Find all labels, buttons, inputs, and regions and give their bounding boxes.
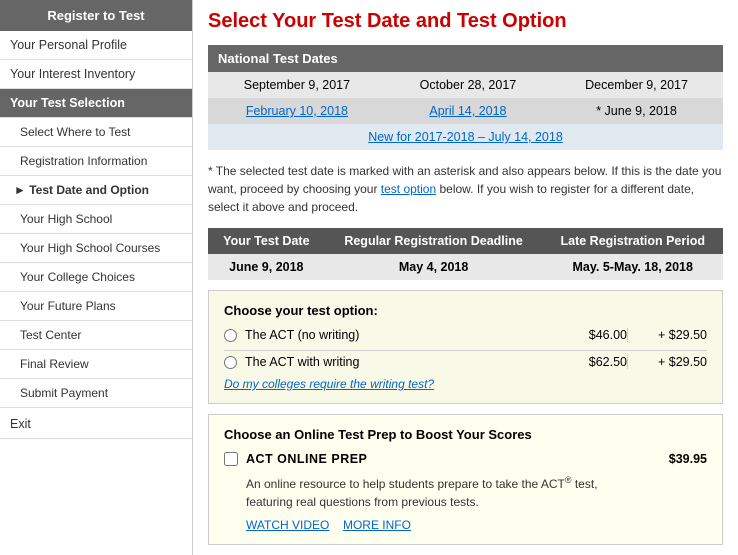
watch-video-link[interactable]: WATCH VIDEO bbox=[246, 518, 329, 532]
col-regular-deadline: Regular Registration Deadline bbox=[325, 228, 543, 254]
date-apr-2018[interactable]: April 14, 2018 bbox=[386, 98, 550, 124]
selected-date-table: Your Test Date Regular Registration Dead… bbox=[208, 228, 723, 280]
new-date-row[interactable]: New for 2017-2018 – July 14, 2018 bbox=[208, 124, 723, 150]
sidebar-item-interest-inventory[interactable]: Your Interest Inventory bbox=[0, 60, 192, 89]
regular-deadline-value: May 4, 2018 bbox=[325, 254, 543, 280]
col-late-period: Late Registration Period bbox=[543, 228, 724, 254]
sidebar-item-exit[interactable]: Exit bbox=[0, 410, 192, 439]
page-title: Select Your Test Date and Test Option bbox=[208, 10, 723, 33]
national-test-dates-table: National Test Dates September 9, 2017 Oc… bbox=[208, 45, 723, 150]
option-with-writing-radio[interactable] bbox=[224, 356, 237, 369]
sidebar: Register to Test Your Personal Profile Y… bbox=[0, 0, 193, 555]
prep-description: An online resource to help students prep… bbox=[246, 474, 707, 511]
date-feb-2018-link[interactable]: February 10, 2018 bbox=[246, 104, 348, 118]
prep-item-row: ACT ONLINE PREP $39.95 bbox=[224, 452, 707, 466]
sidebar-item-test-selection[interactable]: Your Test Selection bbox=[0, 89, 192, 118]
selected-date-value: June 9, 2018 bbox=[208, 254, 325, 280]
prep-links: WATCH VIDEO MORE INFO bbox=[246, 517, 707, 532]
sidebar-item-registration-info[interactable]: Registration Information bbox=[0, 147, 192, 176]
sidebar-item-select-where[interactable]: Select Where to Test bbox=[0, 118, 192, 147]
prep-box-title: Choose an Online Test Prep to Boost Your… bbox=[224, 427, 707, 442]
sidebar-item-personal-profile[interactable]: Your Personal Profile bbox=[0, 31, 192, 60]
sidebar-item-high-school[interactable]: Your High School bbox=[0, 205, 192, 234]
sidebar-item-high-school-courses[interactable]: Your High School Courses bbox=[0, 234, 192, 263]
late-period-value: May. 5-May. 18, 2018 bbox=[543, 254, 724, 280]
prep-checkbox[interactable] bbox=[224, 452, 238, 466]
sidebar-item-future-plans[interactable]: Your Future Plans bbox=[0, 292, 192, 321]
option-no-writing-price: $46.00 bbox=[547, 328, 627, 342]
test-option-link[interactable]: test option bbox=[381, 182, 436, 196]
prep-item-label: ACT ONLINE PREP bbox=[246, 452, 669, 466]
prep-desc-text1: An online resource to help students prep… bbox=[246, 477, 565, 491]
sidebar-item-test-date-option[interactable]: ► Test Date and Option bbox=[0, 176, 192, 205]
do-colleges-link[interactable]: Do my colleges require the writing test? bbox=[224, 377, 707, 391]
option-with-writing-row: The ACT with writing $62.50 + $29.50 bbox=[224, 355, 707, 369]
option-divider bbox=[224, 350, 707, 351]
date-sep-2017[interactable]: September 9, 2017 bbox=[208, 72, 386, 98]
info-text: * The selected test date is marked with … bbox=[208, 162, 723, 216]
more-info-link[interactable]: MORE INFO bbox=[343, 518, 411, 532]
option-with-writing-label: The ACT with writing bbox=[245, 355, 547, 369]
option-no-writing-radio[interactable] bbox=[224, 329, 237, 342]
prep-item-price: $39.95 bbox=[669, 452, 707, 466]
option-no-writing-extra: + $29.50 bbox=[627, 328, 707, 342]
choose-test-option-box: Choose your test option: The ACT (no wri… bbox=[208, 290, 723, 404]
national-dates-header: National Test Dates bbox=[208, 45, 723, 72]
new-date-link[interactable]: New for 2017-2018 – July 14, 2018 bbox=[368, 130, 563, 144]
col-your-test-date: Your Test Date bbox=[208, 228, 325, 254]
option-with-writing-price: $62.50 bbox=[547, 355, 627, 369]
prep-desc-text3: featuring real questions from previous t… bbox=[246, 495, 479, 509]
sidebar-item-college-choices[interactable]: Your College Choices bbox=[0, 263, 192, 292]
sidebar-item-test-center[interactable]: Test Center bbox=[0, 321, 192, 350]
main-content: Select Your Test Date and Test Option Na… bbox=[193, 0, 738, 555]
date-oct-2017[interactable]: October 28, 2017 bbox=[386, 72, 550, 98]
sidebar-item-submit-payment[interactable]: Submit Payment bbox=[0, 379, 192, 408]
sidebar-header: Register to Test bbox=[0, 0, 192, 31]
sidebar-item-final-review[interactable]: Final Review bbox=[0, 350, 192, 379]
registered-trademark: ® bbox=[565, 475, 572, 485]
online-prep-box: Choose an Online Test Prep to Boost Your… bbox=[208, 414, 723, 545]
date-feb-2018[interactable]: February 10, 2018 bbox=[208, 98, 386, 124]
sidebar-item-test-date-label: Test Date and Option bbox=[29, 183, 149, 197]
option-no-writing-row: The ACT (no writing) $46.00 + $29.50 bbox=[224, 328, 707, 342]
prep-desc-text2: test, bbox=[572, 477, 598, 491]
option-with-writing-extra: + $29.50 bbox=[627, 355, 707, 369]
choose-option-title: Choose your test option: bbox=[224, 303, 707, 318]
date-jun-2018[interactable]: * June 9, 2018 bbox=[550, 98, 723, 124]
date-dec-2017[interactable]: December 9, 2017 bbox=[550, 72, 723, 98]
arrow-icon: ► bbox=[14, 183, 29, 197]
option-no-writing-label: The ACT (no writing) bbox=[245, 328, 547, 342]
date-apr-2018-link[interactable]: April 14, 2018 bbox=[429, 104, 506, 118]
